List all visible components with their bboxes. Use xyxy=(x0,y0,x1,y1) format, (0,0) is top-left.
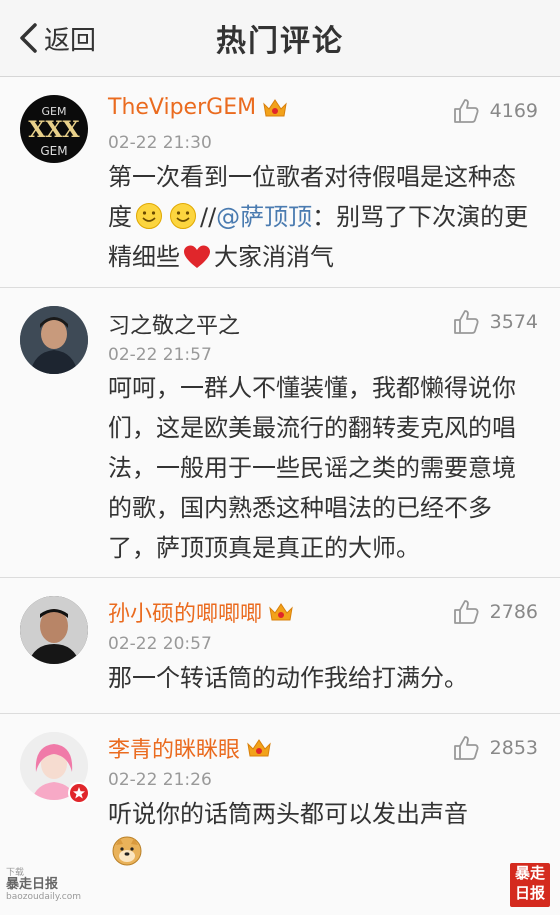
watermark-brand-text: 暴走日报 xyxy=(6,877,59,892)
comment-item: GEM XXX GEM TheViperGEM 02-22 21:30 4169… xyxy=(0,77,560,288)
comment-list: GEM XXX GEM TheViperGEM 02-22 21:30 4169… xyxy=(0,77,560,914)
comment-username[interactable]: 习之敬之平之 xyxy=(108,308,240,340)
username-text[interactable]: 习之敬之平之 xyxy=(108,308,240,340)
comment-time: 02-22 21:26 xyxy=(108,770,212,790)
crown-icon xyxy=(263,98,287,116)
crown-icon xyxy=(269,603,293,621)
comment-time: 02-22 20:57 xyxy=(108,634,212,654)
comment-username[interactable]: 李青的眯眯眼 xyxy=(108,732,272,764)
repost-separator: // xyxy=(200,203,217,231)
thumbs-up-icon xyxy=(453,99,479,123)
doge-emoji-icon xyxy=(112,836,142,866)
avatar-text-bottom: GEM xyxy=(40,144,67,158)
avatar-text-mid: XXX xyxy=(28,117,80,143)
username-text[interactable]: 李青的眯眯眼 xyxy=(108,732,240,764)
thumbs-up-icon xyxy=(453,736,479,760)
comment-text-part: 大家消消气 xyxy=(214,243,334,271)
comment-text: 听说你的话筒两头都可以发出声音 xyxy=(108,794,538,874)
smile-emoji-icon xyxy=(170,203,196,229)
like-count: 4169 xyxy=(489,100,538,122)
smile-emoji-icon xyxy=(136,203,162,229)
page-title: 热门评论 xyxy=(216,24,344,59)
comment-username[interactable]: 孙小硕的唧唧唧 xyxy=(108,596,294,628)
comment-username[interactable]: TheViperGEM xyxy=(108,95,288,120)
comment-item: 孙小硕的唧唧唧 02-22 20:57 2786 那一个转话筒的动作我给打满分。 xyxy=(0,578,560,714)
like-count: 3574 xyxy=(489,311,538,333)
thumbs-up-icon xyxy=(453,310,479,334)
like-button[interactable]: 2853 xyxy=(452,734,538,762)
avatar[interactable] xyxy=(20,306,88,374)
comment-text-part: 听说你的话筒两头都可以发出声音 xyxy=(108,800,468,828)
username-text[interactable]: 孙小硕的唧唧唧 xyxy=(108,596,262,628)
comment-item: 李青的眯眯眼 02-22 21:26 2853 听说你的话筒两头都可以发出声音 xyxy=(0,714,560,914)
like-button[interactable]: 3574 xyxy=(452,308,538,336)
username-text[interactable]: TheViperGEM xyxy=(108,95,256,120)
like-button[interactable]: 2786 xyxy=(452,598,538,626)
thumbs-up-icon xyxy=(453,600,479,624)
comment-text: 第一次看到一位歌者对待假唱是这种态度//@萨顶顶：别骂了下次演的更精细些 大家消消… xyxy=(108,157,538,277)
crown-icon xyxy=(247,739,271,757)
comment-time: 02-22 21:30 xyxy=(108,133,212,153)
like-count: 2853 xyxy=(489,737,538,759)
comment-text: 呵呵，一群人不懂装懂，我都懒得说你们，这是欧美最流行的翻转麦克风的唱法，一般用于… xyxy=(108,374,516,562)
like-count: 2786 xyxy=(489,601,538,623)
avatar[interactable] xyxy=(20,596,88,664)
comment-time: 02-22 21:57 xyxy=(108,345,212,365)
heart-icon xyxy=(184,245,210,268)
watermark-logo: 暴走日报 xyxy=(510,863,550,907)
verified-badge-icon xyxy=(68,782,90,804)
avatar[interactable]: GEM XXX GEM xyxy=(20,95,88,163)
mention-link[interactable]: @萨顶顶 xyxy=(216,203,312,231)
watermark-left: 下载 暴走日报 baozoudaily.com xyxy=(6,867,81,903)
like-button[interactable]: 4169 xyxy=(452,97,538,125)
comment-text: 那一个转话筒的动作我给打满分。 xyxy=(108,664,468,692)
watermark-url-text: baozoudaily.com xyxy=(6,892,82,902)
navbar: 返回 热门评论 xyxy=(0,0,560,77)
comment-item: 习之敬之平之 02-22 21:57 3574 呵呵，一群人不懂装懂，我都懒得说… xyxy=(0,288,560,578)
